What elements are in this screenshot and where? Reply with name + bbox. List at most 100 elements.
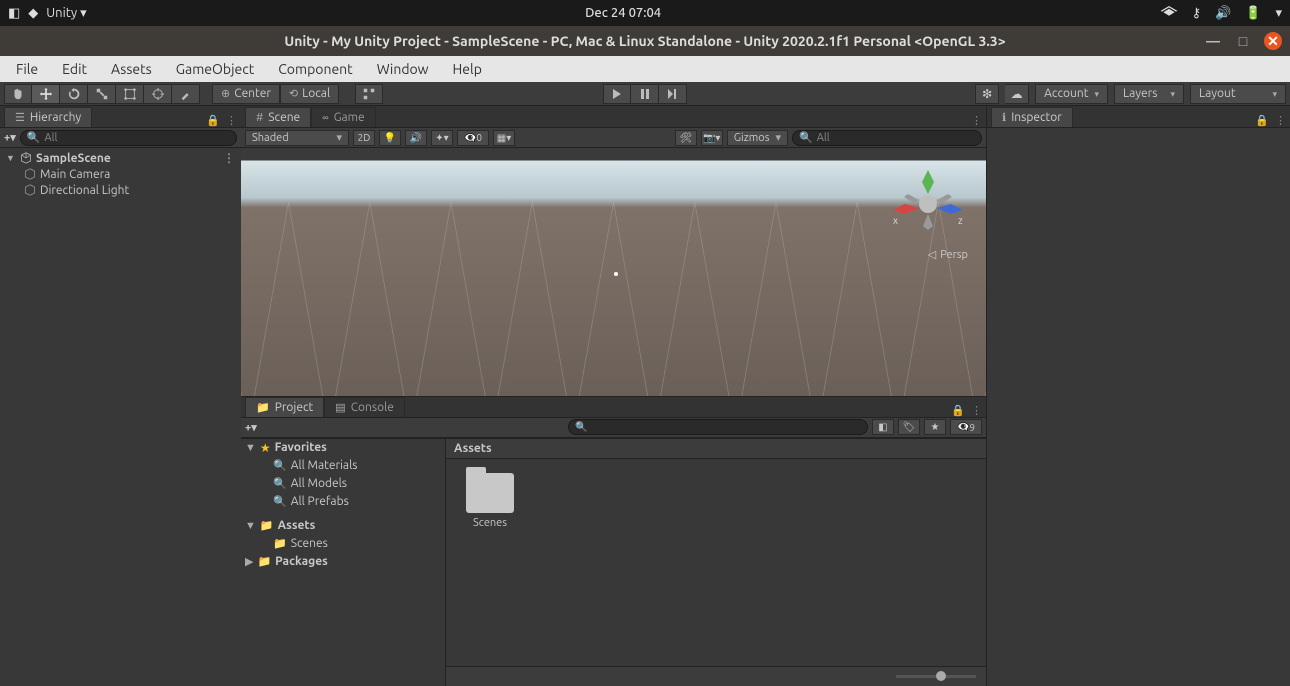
scene-hidden-button[interactable]: 👁‍🗨0: [457, 130, 489, 146]
draw-mode-dropdown[interactable]: Shaded▾: [245, 130, 349, 146]
project-lock-icon[interactable]: 🔒: [951, 404, 965, 417]
activities-icon[interactable]: ◧: [8, 6, 20, 21]
window-minimize-button[interactable]: —: [1204, 32, 1222, 50]
console-tab[interactable]: ▤Console: [324, 397, 405, 417]
grid-size-slider[interactable]: [896, 675, 976, 678]
scene-audio-button[interactable]: 🔊: [405, 130, 427, 146]
filter-by-type-button[interactable]: ◧: [872, 419, 894, 435]
packages-folder[interactable]: ▶📁Packages: [241, 553, 445, 571]
step-button[interactable]: [659, 84, 687, 104]
fav-all-models[interactable]: 🔍All Models: [241, 475, 445, 493]
scene-lighting-button[interactable]: 💡: [379, 130, 401, 146]
hierarchy-item-camera[interactable]: Main Camera: [0, 166, 241, 182]
project-search[interactable]: 🔍: [568, 419, 868, 435]
scale-tool-button[interactable]: [88, 84, 116, 104]
inspector-panel-menu-icon[interactable]: ⋮: [1275, 114, 1286, 127]
window-maximize-button[interactable]: □: [1234, 32, 1252, 50]
rect-tool-button[interactable]: [116, 84, 144, 104]
window-titlebar: Unity - My Unity Project - SampleScene -…: [0, 26, 1290, 56]
favorites-header[interactable]: ▼★Favorites: [241, 439, 445, 457]
filter-by-label-button[interactable]: 🏷: [898, 419, 920, 435]
asset-folder-scenes[interactable]: Scenes: [460, 473, 520, 529]
menu-edit[interactable]: Edit: [50, 58, 99, 80]
menu-assets[interactable]: Assets: [99, 58, 164, 80]
hierarchy-item-light[interactable]: Directional Light: [0, 182, 241, 198]
menu-help[interactable]: Help: [441, 58, 494, 80]
scene-grid-button[interactable]: ▦▾: [493, 130, 515, 146]
snap-button[interactable]: [355, 84, 383, 104]
play-button[interactable]: [603, 84, 631, 104]
projection-label[interactable]: ◁Persp: [928, 248, 968, 261]
scene-grid: [241, 202, 986, 395]
mode-2d-button[interactable]: 2D: [353, 130, 375, 146]
scene-panel-menu-icon[interactable]: ⋮: [971, 114, 982, 127]
pivot-space-button[interactable]: ⟲Local: [280, 84, 339, 104]
scene-viewport[interactable]: x z ◁Persp: [241, 148, 986, 396]
create-dropdown[interactable]: +▾: [4, 131, 16, 144]
gizmos-dropdown[interactable]: Gizmos▾: [727, 130, 788, 146]
volume-icon[interactable]: 🔊: [1215, 6, 1231, 21]
app-indicator[interactable]: Unity ▾: [46, 6, 86, 21]
rotate-tool-button[interactable]: [60, 84, 88, 104]
scene-camera-button[interactable]: 📷▾: [701, 130, 723, 146]
scene-search[interactable]: 🔍All: [792, 130, 982, 146]
assets-folder[interactable]: ▼📁Assets: [241, 517, 445, 535]
menu-file[interactable]: File: [4, 58, 50, 80]
hierarchy-search[interactable]: 🔍All: [20, 130, 237, 146]
network-icon[interactable]: ⚷: [1192, 6, 1202, 21]
orientation-gizmo[interactable]: x z: [888, 164, 968, 244]
transform-tool-button[interactable]: [144, 84, 172, 104]
hierarchy-tab[interactable]: ☰Hierarchy: [4, 107, 92, 127]
assets-scenes-folder[interactable]: 📁Scenes: [241, 535, 445, 553]
pivot-mode-button[interactable]: ⊕Center: [212, 84, 280, 104]
collab-button[interactable]: ❇: [975, 84, 999, 104]
scene-fx-button[interactable]: ✦▾: [431, 130, 453, 146]
system-menu-caret-icon[interactable]: ▾: [1275, 6, 1282, 21]
project-create-dropdown[interactable]: +▾: [245, 421, 257, 434]
layers-dropdown[interactable]: Layers: [1114, 84, 1184, 104]
project-breadcrumb[interactable]: Assets: [446, 439, 986, 459]
panel-menu-icon[interactable]: ⋮: [226, 114, 237, 127]
menu-component[interactable]: Component: [266, 58, 364, 80]
asset-grid: Scenes: [446, 459, 986, 667]
transform-tools: [4, 84, 200, 104]
account-dropdown[interactable]: Account: [1035, 84, 1108, 104]
panel-lock-icon[interactable]: 🔒: [206, 114, 220, 127]
fav-all-prefabs[interactable]: 🔍All Prefabs: [241, 493, 445, 511]
system-clock[interactable]: Dec 24 07:04: [87, 6, 1160, 20]
inspector-lock-icon[interactable]: 🔒: [1255, 114, 1269, 127]
save-search-button[interactable]: ★: [924, 419, 946, 435]
move-tool-button[interactable]: [32, 84, 60, 104]
scene-root[interactable]: ▼ SampleScene ⋮: [0, 150, 241, 166]
fav-all-materials[interactable]: 🔍All Materials: [241, 457, 445, 475]
layout-dropdown[interactable]: Layout: [1190, 84, 1286, 104]
custom-tools-button[interactable]: [172, 84, 200, 104]
game-tab[interactable]: ∞Game: [311, 107, 375, 127]
scene-toolbar: Shaded▾ 2D 💡 🔊 ✦▾ 👁‍🗨0 ▦▾ 🛠 📷▾ Gizmos▾ 🔍…: [241, 128, 986, 148]
hand-tool-button[interactable]: [4, 84, 32, 104]
menu-bar: File Edit Assets GameObject Component Wi…: [0, 56, 1290, 82]
svg-text:x: x: [893, 215, 898, 226]
menu-gameobject[interactable]: GameObject: [164, 58, 266, 80]
project-panel-menu-icon[interactable]: ⋮: [971, 404, 982, 417]
svg-text:z: z: [958, 215, 963, 226]
hierarchy-tree: ▼ SampleScene ⋮ Main Camera Directional …: [0, 148, 241, 686]
window-title: Unity - My Unity Project - SampleScene -…: [284, 33, 1005, 49]
main-toolbar: ⊕Center ⟲Local ❇ ☁ Account Layers Layout: [0, 82, 1290, 106]
inspector-tab[interactable]: ℹInspector: [991, 107, 1073, 127]
cloud-button[interactable]: ☁: [1005, 84, 1029, 104]
project-tab[interactable]: 📁Project: [245, 397, 324, 417]
scene-light-gizmo: [614, 272, 618, 276]
scene-tools-button[interactable]: 🛠: [675, 130, 697, 146]
hidden-packages-button[interactable]: 👁‍🗨9: [950, 419, 982, 435]
window-close-button[interactable]: ✕: [1264, 32, 1282, 50]
menu-window[interactable]: Window: [365, 58, 441, 80]
unity-logo-icon[interactable]: ◆: [28, 6, 38, 21]
system-bar: ◧ ◆ Unity ▾ Dec 24 07:04 ⚷ 🔊 🔋 ▾: [0, 0, 1290, 26]
project-footer: [446, 666, 986, 686]
scene-tab[interactable]: #Scene: [245, 107, 311, 127]
pause-button[interactable]: [631, 84, 659, 104]
unity-hub-icon[interactable]: [1160, 6, 1178, 20]
battery-icon[interactable]: 🔋: [1245, 6, 1261, 21]
project-tree: ▼★Favorites 🔍All Materials 🔍All Models 🔍…: [241, 439, 446, 686]
